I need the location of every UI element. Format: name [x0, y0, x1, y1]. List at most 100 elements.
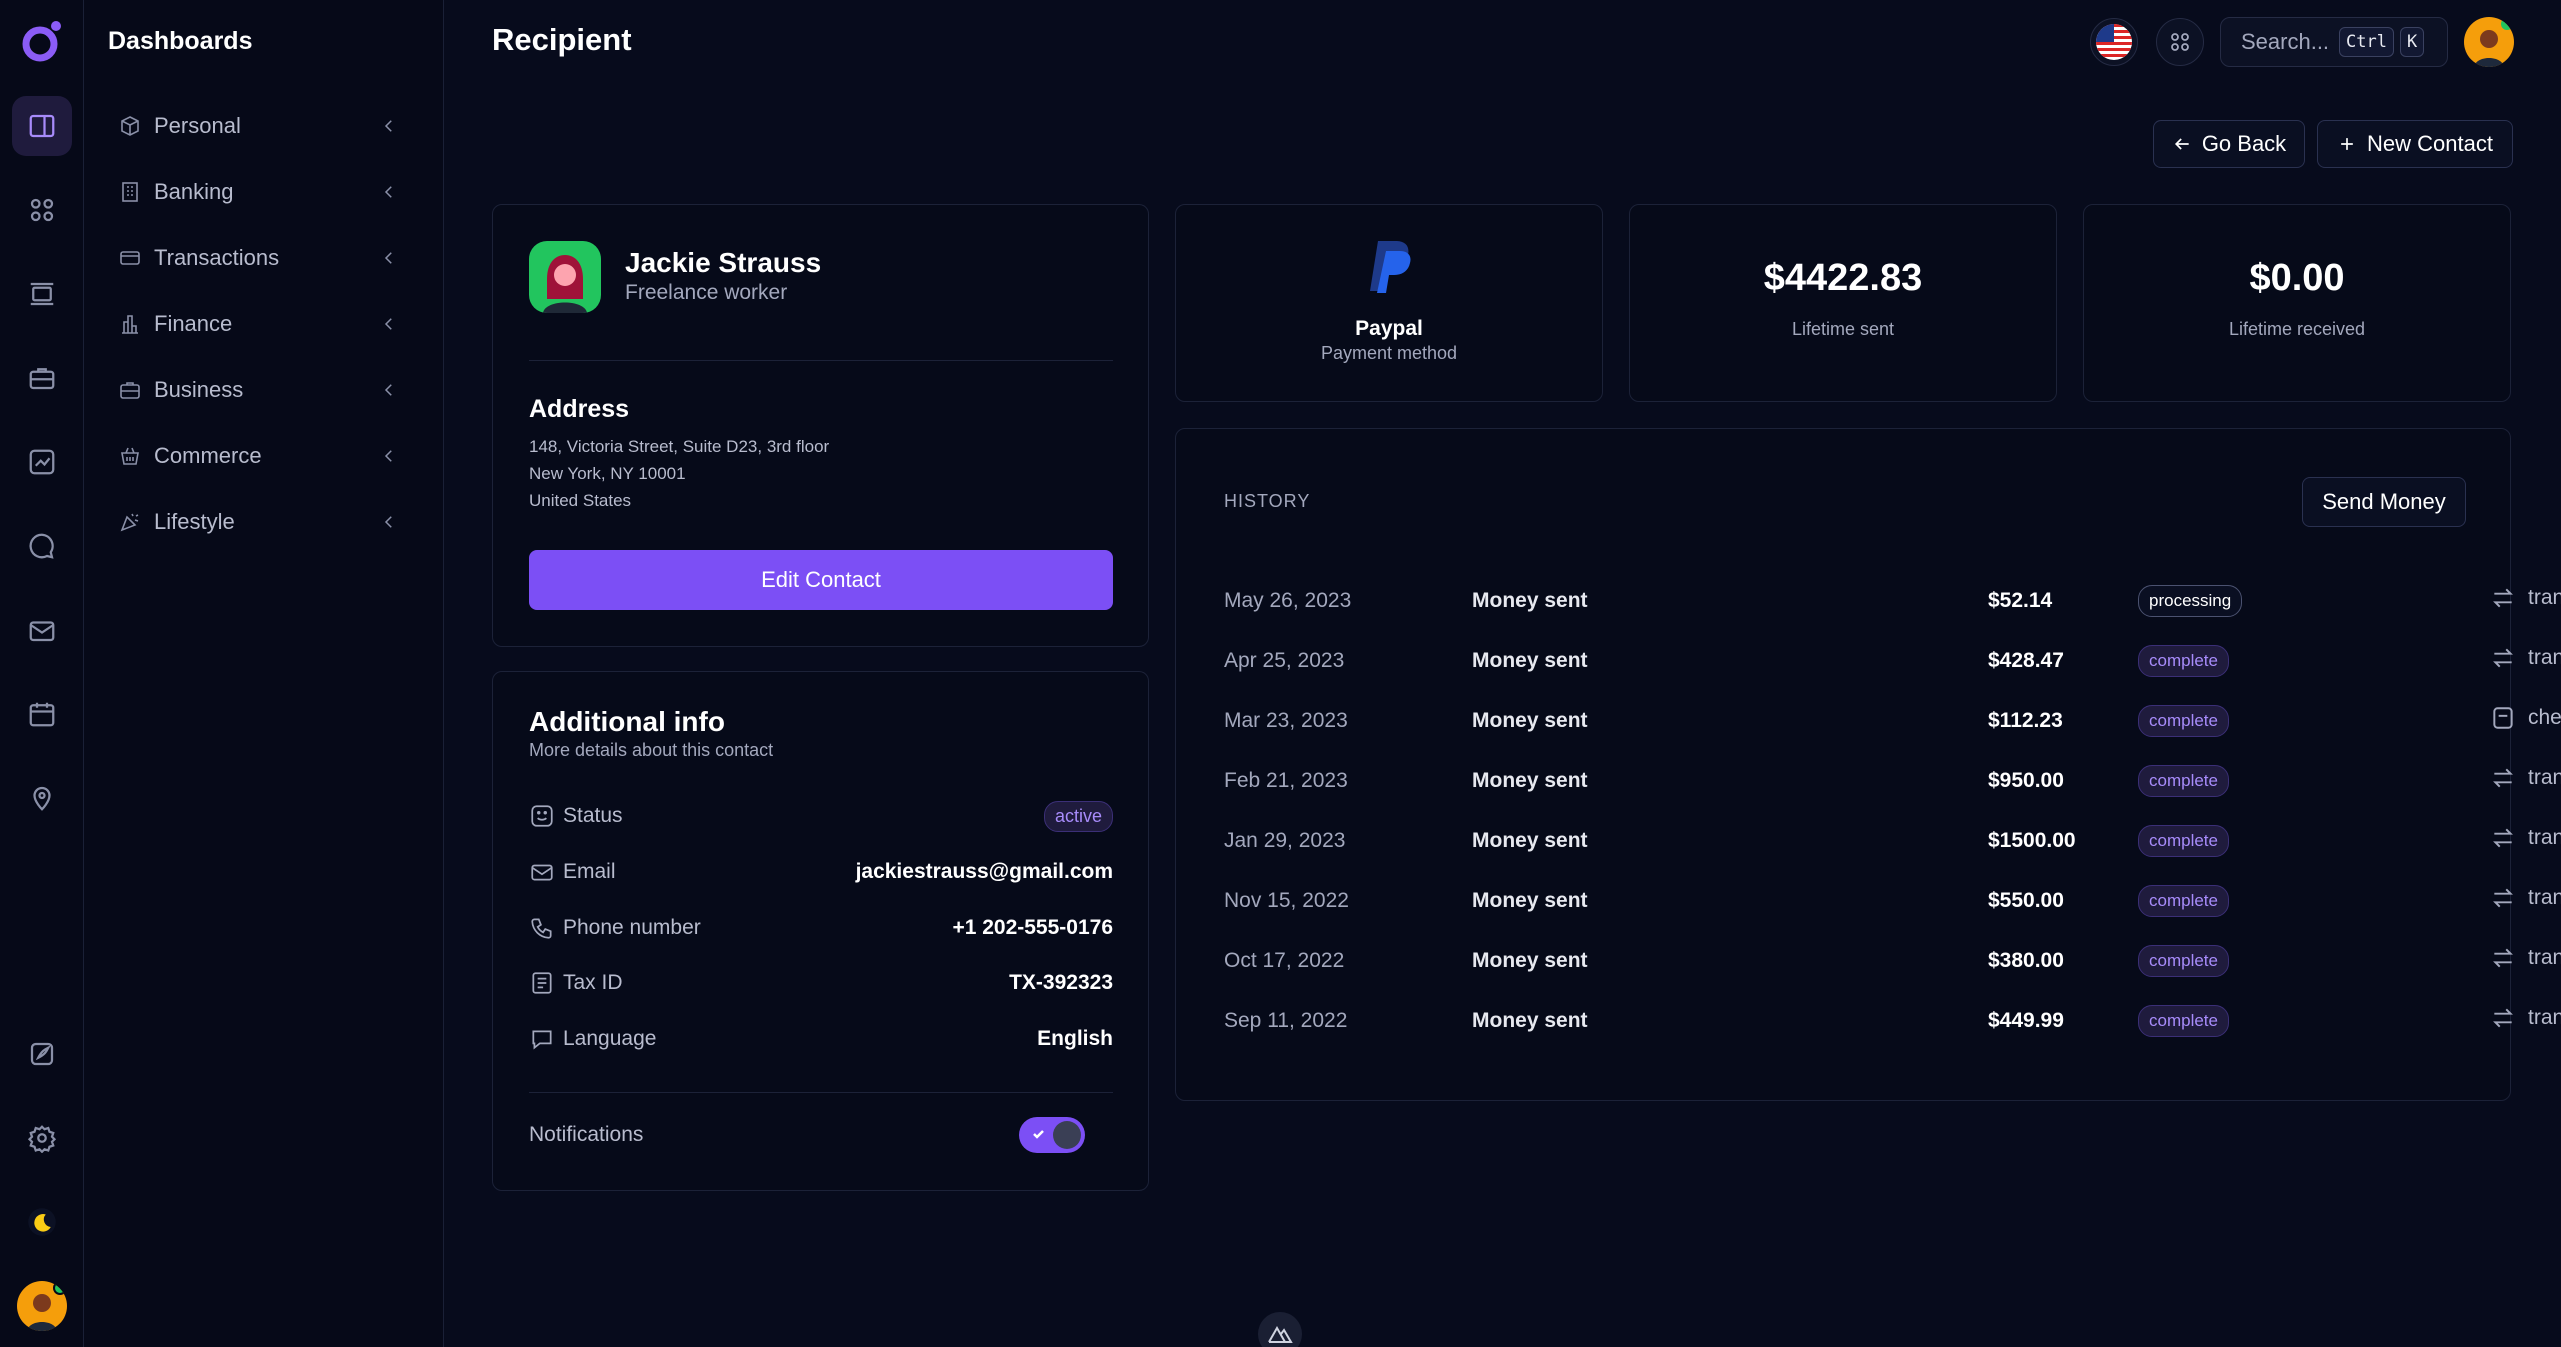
new-contact-label: New Contact	[2367, 131, 2493, 156]
transfer-icon	[2493, 1008, 2513, 1028]
history-description: Money sent	[1472, 769, 1588, 792]
history-status-badge: processing	[2138, 585, 2243, 617]
moon-icon	[28, 1208, 56, 1236]
location-pin-icon	[33, 786, 51, 811]
email-label: Email	[563, 860, 616, 883]
dashboard-rail-button[interactable]	[12, 96, 72, 156]
divider	[529, 1092, 1113, 1093]
menu-item-label: Banking	[154, 179, 234, 204]
briefcase-icon	[29, 368, 55, 390]
history-method: cheque	[2490, 705, 2561, 731]
edit-contact-button[interactable]: Edit Contact	[529, 550, 1113, 610]
history-method: transfer	[2490, 1005, 2561, 1031]
history-status-badge: complete	[2138, 705, 2229, 737]
menu-item-transactions[interactable]: Transactions	[118, 238, 418, 278]
mountain-logo-icon	[1268, 1325, 1293, 1343]
briefcase-rail-button[interactable]	[12, 348, 72, 408]
new-contact-button[interactable]: New Contact	[2317, 120, 2513, 168]
history-row[interactable]: Sep 11, 2022 Money sent $449.99 complete tra…	[1224, 999, 2561, 1043]
history-status-badge: complete	[2138, 945, 2229, 977]
send-money-button[interactable]: Send Money	[2302, 477, 2466, 527]
history-row[interactable]: Mar 23, 2023 Money sent $112.23 complete che…	[1224, 699, 2561, 743]
cheque-icon	[2493, 707, 2513, 729]
sidebar-panel-icon	[29, 114, 55, 138]
gear-icon	[27, 1125, 57, 1153]
settings-rail-button[interactable]	[12, 1108, 72, 1168]
language-row: Language English	[529, 1019, 1113, 1059]
history-amount: $550.00	[1988, 889, 2064, 912]
history-row[interactable]: Apr 25, 2023 Money sent $428.47 complete tra…	[1224, 639, 2561, 683]
search-input[interactable]: Search... Ctrl K	[2220, 17, 2448, 67]
history-description: Money sent	[1472, 829, 1588, 852]
email-value[interactable]: jackiestrauss@gmail.com	[856, 860, 1113, 884]
analytics-rail-button[interactable]	[12, 432, 72, 492]
menu-item-label: Commerce	[154, 443, 262, 468]
mail-icon	[531, 864, 553, 881]
history-status-badge: complete	[2138, 825, 2229, 857]
mail-icon	[29, 621, 55, 642]
history-title: HISTORY	[1224, 491, 1311, 511]
language-selector[interactable]	[2090, 18, 2138, 66]
user-avatar[interactable]	[17, 1281, 67, 1331]
language-value: English	[1037, 1027, 1113, 1050]
history-method: transfer	[2490, 765, 2561, 791]
inbox-rail-button[interactable]	[12, 600, 72, 660]
contact-card: Jackie Strauss Freelance worker Address …	[492, 204, 1149, 647]
profile-avatar[interactable]	[2464, 17, 2514, 67]
history-status-badge: complete	[2138, 765, 2229, 797]
nuxt-devtools-button[interactable]	[1258, 1312, 1302, 1347]
history-row[interactable]: Feb 21, 2023 Money sent $950.00 complete tra…	[1224, 759, 2561, 803]
menu-item-personal[interactable]: Personal	[118, 106, 418, 146]
map-rail-button[interactable]	[12, 768, 72, 828]
calendar-icon	[29, 702, 55, 727]
menu-item-finance[interactable]: Finance	[118, 304, 418, 344]
avatar-illustration-icon	[2474, 18, 2513, 67]
phone-value[interactable]: +1 202-555-0176	[952, 916, 1113, 940]
additional-info-subtitle: More details about this contact	[529, 740, 774, 760]
menu-item-label: Finance	[154, 311, 233, 336]
history-status-badge: complete	[2138, 885, 2229, 917]
history-amount: $950.00	[1988, 769, 2064, 792]
menu-item-commerce[interactable]: Commerce	[118, 436, 418, 476]
menu-item-lifestyle[interactable]: Lifestyle	[118, 502, 418, 542]
history-method: transfer	[2490, 945, 2561, 971]
history-date: Feb 21, 2023	[1224, 769, 1348, 792]
history-row[interactable]: Oct 17, 2022 Money sent $380.00 complete tra…	[1224, 939, 2561, 983]
chevron-left-icon	[384, 318, 392, 330]
shortcut-ctrl-key: Ctrl	[2339, 27, 2394, 57]
theme-toggle-button[interactable]	[12, 1192, 72, 1252]
contact-avatar-illustration-icon	[543, 255, 587, 313]
apps-menu-button[interactable]	[2156, 18, 2204, 66]
payment-method-name: Paypal	[1355, 317, 1423, 340]
history-amount: $380.00	[1988, 949, 2064, 972]
chat-rail-button[interactable]	[12, 516, 72, 576]
search-placeholder: Search...	[2241, 29, 2330, 54]
tax-id-label: Tax ID	[563, 971, 623, 994]
history-description: Money sent	[1472, 889, 1588, 912]
history-method-label: transfer	[2528, 766, 2561, 789]
online-indicator	[53, 1281, 67, 1295]
lifetime-received-card: $0.00 Lifetime received	[2083, 204, 2511, 402]
app-logo-icon[interactable]	[18, 18, 66, 66]
apps-rail-button[interactable]	[12, 180, 72, 240]
menu-item-banking[interactable]: Banking	[118, 172, 418, 212]
plus-icon	[2341, 138, 2353, 150]
additional-info-card: Additional info More details about this …	[492, 671, 1149, 1191]
status-label: Status	[563, 804, 623, 827]
calendar-rail-button[interactable]	[12, 684, 72, 744]
customize-rail-button[interactable]	[12, 1024, 72, 1084]
go-back-button[interactable]: Go Back	[2153, 120, 2305, 168]
history-description: Money sent	[1472, 1009, 1588, 1032]
history-row[interactable]: Jan 29, 2023 Money sent $1500.00 complete tr…	[1224, 819, 2561, 863]
history-row[interactable]: Nov 15, 2022 Money sent $550.00 complete tra…	[1224, 879, 2561, 923]
basket-icon	[121, 447, 139, 465]
phone-icon	[531, 918, 552, 939]
history-date: Oct 17, 2022	[1224, 949, 1345, 972]
layout-rail-button[interactable]	[12, 264, 72, 324]
history-amount: $449.99	[1988, 1009, 2064, 1032]
menu-item-business[interactable]: Business	[118, 370, 418, 410]
notifications-row: Notifications	[529, 1115, 1009, 1155]
notifications-toggle[interactable]	[1019, 1117, 1085, 1153]
history-row[interactable]: May 26, 2023 Money sent $52.14 processing tr…	[1224, 579, 2561, 623]
history-method: transfer	[2490, 885, 2561, 911]
